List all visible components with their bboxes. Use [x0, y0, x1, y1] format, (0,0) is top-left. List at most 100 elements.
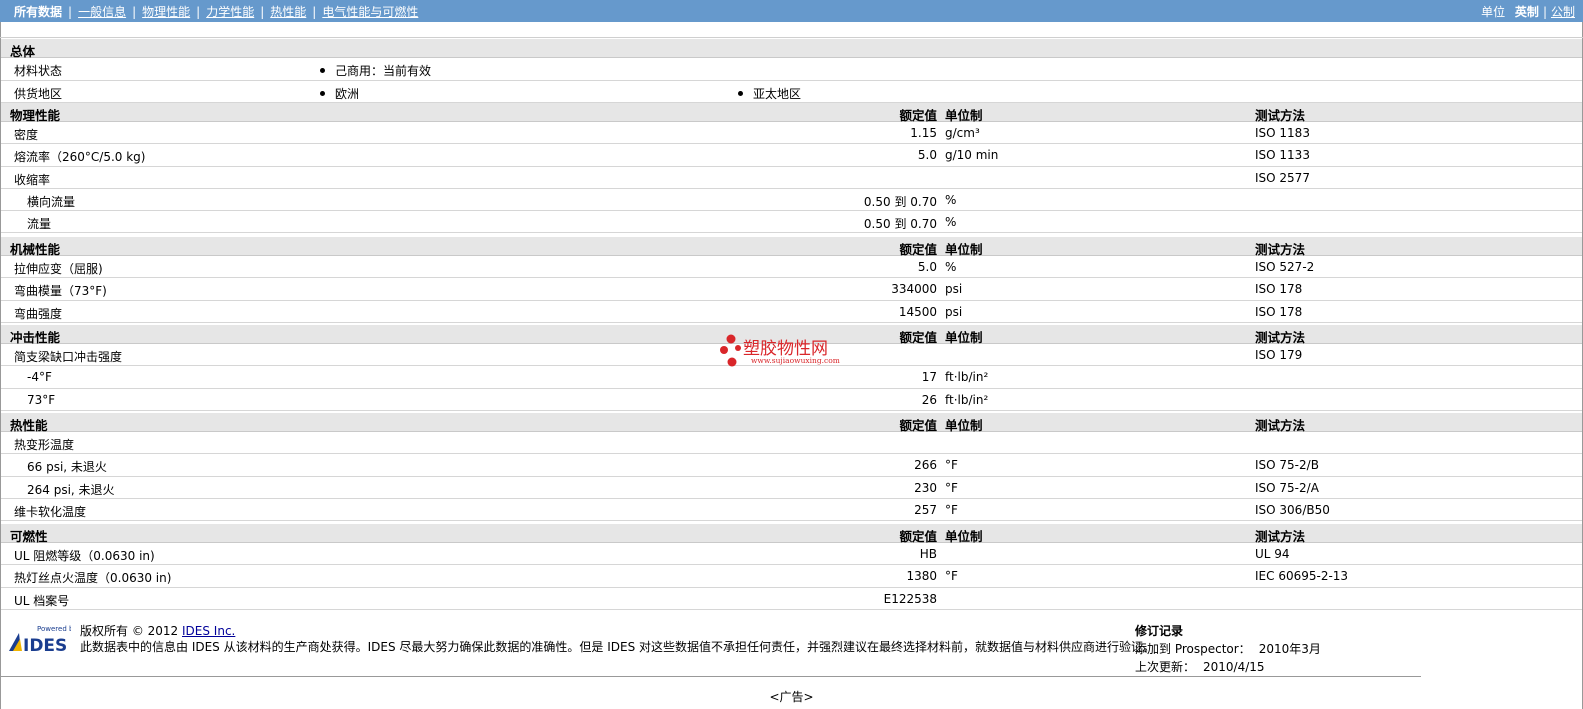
table-row: 密度 1.15 g/cm³ ISO 1183	[1, 122, 1582, 145]
property-value: 26	[921, 392, 937, 407]
property-value: HB	[919, 547, 937, 561]
property-unit: ft·lb/in²	[945, 370, 989, 385]
property-name: 弯曲模量（73°F)	[14, 284, 107, 299]
unit-switcher: 单位 英制 | 公制	[1481, 5, 1575, 19]
property-name: UL 阻燃等级（0.0630 in)	[14, 549, 155, 563]
property-name: UL 档案号	[14, 593, 70, 608]
property-value: 1.15	[910, 126, 937, 140]
test-method: ISO 1133	[1255, 148, 1310, 163]
row-material-status: 材料状态 己商用：当前有效	[1, 58, 1582, 81]
property-name: 73°F	[27, 392, 56, 407]
property-value: 0.50 到 0.70	[863, 217, 937, 232]
spacer	[0, 22, 1583, 38]
table-row: 264 psi, 未退火 230 °F ISO 75-2/A	[1, 477, 1582, 499]
test-method: ISO 75-2/A	[1255, 480, 1319, 495]
test-method: ISO 527-2	[1255, 260, 1315, 274]
table-row: UL 档案号 E122538	[1, 588, 1582, 610]
property-value: 14500	[898, 304, 937, 319]
property-name: 热变形温度	[14, 438, 75, 452]
table-row: 熔流率（260°C/5.0 kg) 5.0 g/10 min ISO 1133	[1, 144, 1582, 167]
nav-all-data[interactable]: 所有数据	[14, 5, 62, 19]
revision-title: 修订记录	[1135, 624, 1184, 638]
property-name: 横向流量	[27, 194, 76, 209]
ides-link[interactable]: IDES Inc.	[182, 624, 235, 638]
property-unit: %	[945, 260, 957, 274]
test-method: ISO 178	[1255, 282, 1303, 297]
watermark-logo-icon	[720, 334, 741, 367]
top-nav-bar: 所有数据 | 一般信息 | 物理性能 | 力学性能 | 热性能 | 电气性能与可燃性 单位 英制 | 公…	[0, 0, 1583, 22]
property-value: 欧洲	[320, 85, 359, 102]
property-name: 拉伸应变（屈服)	[14, 262, 103, 276]
watermark: 塑胶物性网 www.sujiaowuxing.com	[719, 334, 859, 370]
property-unit: °F	[945, 569, 958, 584]
test-method: ISO 2577	[1255, 170, 1310, 185]
test-method: ISO 178	[1255, 304, 1303, 319]
updated-label: 上次更新：	[1135, 660, 1196, 674]
nav-general-info[interactable]: 一般信息	[78, 5, 126, 19]
property-name: 材料状态	[14, 64, 63, 78]
section-header-thermal: 热性能 额定值 单位制 测试方法	[1, 413, 1582, 433]
footer: Powered by IDES 版权所有 © 2012 IDES Inc. 此数…	[1, 613, 1421, 677]
test-method: IEC 60695-2-13	[1255, 569, 1349, 584]
test-method: ISO 179	[1255, 348, 1303, 362]
bullet-icon	[738, 91, 743, 96]
nav-physical[interactable]: 物理性能	[142, 5, 190, 19]
units-english[interactable]: 英制	[1515, 5, 1539, 19]
property-value: 亚太地区	[738, 85, 801, 102]
nav-electrical-flammability[interactable]: 电气性能与可燃性	[322, 5, 418, 19]
row-supply-region: 供货地区 欧洲 亚太地区	[1, 81, 1582, 103]
ides-logo: Powered by IDES	[9, 625, 71, 653]
property-name: 熔流率（260°C/5.0 kg)	[14, 150, 146, 165]
bullet-icon	[320, 68, 325, 73]
watermark-url: www.sujiaowuxing.com	[751, 356, 840, 365]
section-header-general: 总体	[1, 39, 1582, 59]
property-name: 热灯丝点火温度（0.0630 in)	[14, 571, 172, 586]
nav-thermal[interactable]: 热性能	[270, 5, 306, 19]
svg-text:Powered by: Powered by	[37, 625, 71, 633]
section-header-mechanical: 机械性能 额定值 单位制 测试方法	[1, 237, 1582, 257]
section-header-physical: 物理性能 额定值 单位制 测试方法	[1, 103, 1582, 123]
property-value: 257	[914, 502, 937, 517]
property-name: 供货地区	[14, 87, 63, 101]
property-name: 264 psi, 未退火	[27, 482, 115, 497]
property-name: 维卡软化温度	[14, 504, 87, 519]
added-value: 2010年3月	[1258, 642, 1321, 656]
property-name: 简支梁缺口冲击强度	[14, 350, 123, 364]
property-unit: psi	[945, 282, 963, 297]
test-method: ISO 75-2/B	[1255, 458, 1319, 473]
property-name: 密度	[14, 128, 39, 142]
table-row: 流量 0.50 到 0.70%	[1, 211, 1582, 234]
table-row: 弯曲模量（73°F) 334000 psi ISO 178	[1, 278, 1582, 301]
table-row: 维卡软化温度 257 °F ISO 306/B50	[1, 499, 1582, 522]
section-header-flammability: 可燃性 额定值 单位制 测试方法	[1, 524, 1582, 544]
property-value: E122538	[883, 591, 937, 606]
updated-value: 2010/4/15	[1203, 660, 1265, 674]
units-label: 单位	[1481, 5, 1506, 19]
property-value: 230	[914, 480, 937, 495]
property-unit: °F	[945, 480, 958, 495]
table-row: 收缩率 ISO 2577	[1, 167, 1582, 189]
property-value: 己商用：当前有效	[320, 62, 431, 79]
test-method: UL 94	[1255, 547, 1290, 561]
property-value: 5.0	[917, 260, 937, 274]
property-value: 1380	[906, 569, 937, 584]
property-name: 流量	[27, 217, 52, 232]
property-unit: %	[945, 215, 957, 230]
table-row: 热灯丝点火温度（0.0630 in) 1380 °F IEC 60695-2-13	[1, 565, 1582, 588]
property-name: -4°F	[27, 370, 52, 385]
table-row: 横向流量 0.50 到 0.70%	[1, 189, 1582, 212]
property-value: 334000	[891, 282, 937, 297]
nav-mechanical[interactable]: 力学性能	[206, 5, 254, 19]
table-row: UL 阻燃等级（0.0630 in) HB UL 94	[1, 543, 1582, 566]
property-unit: psi	[945, 304, 963, 319]
property-name: 弯曲强度	[14, 306, 63, 321]
property-value: 0.50 到 0.70	[863, 194, 937, 209]
property-name: 66 psi, 未退火	[27, 460, 107, 475]
property-value: 5.0	[917, 148, 937, 163]
property-name: 收缩率	[14, 172, 51, 187]
copyright: 版权所有 © 2012 IDES Inc.	[80, 624, 236, 638]
revision-history: 修订记录 添加到 Prospector： 2010年3月 上次更新： 2010/4/…	[1135, 622, 1321, 675]
units-metric[interactable]: 公制	[1551, 5, 1575, 19]
property-unit: °F	[945, 502, 958, 517]
table-row: 73°F 26 ft·lb/in²	[1, 389, 1582, 411]
